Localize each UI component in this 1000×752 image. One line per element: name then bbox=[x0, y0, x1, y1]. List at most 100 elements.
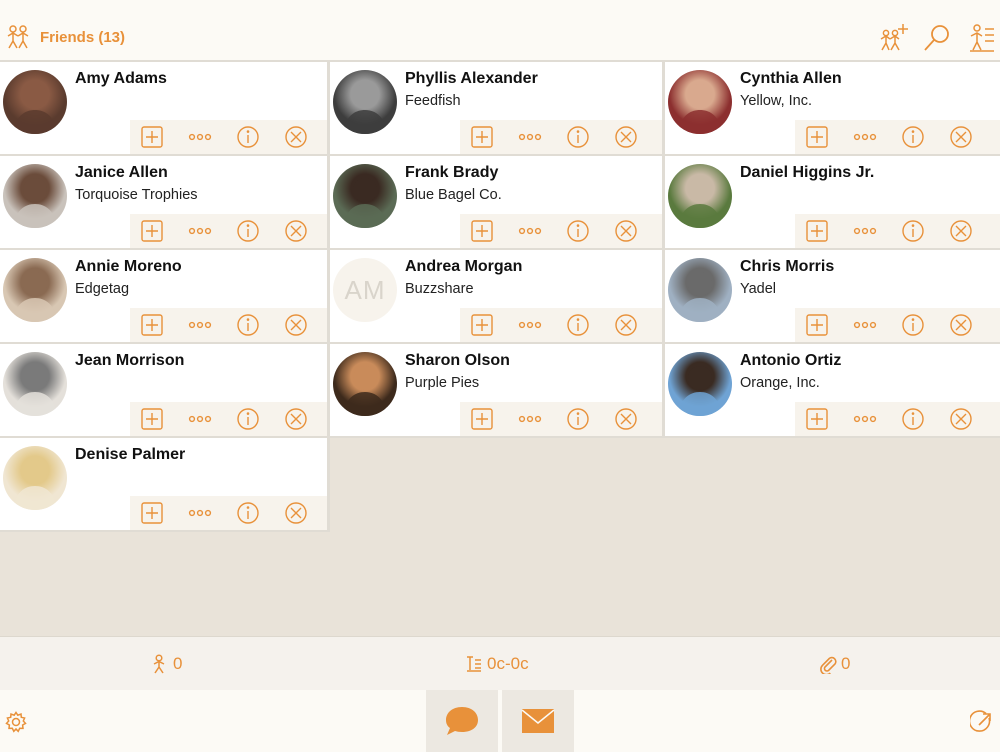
contact-card[interactable]: Amy Adams bbox=[0, 62, 330, 156]
contact-card[interactable]: Antonio Ortiz Orange, Inc. bbox=[665, 344, 1000, 438]
avatar[interactable] bbox=[3, 70, 67, 134]
add-icon[interactable] bbox=[805, 407, 829, 431]
info-icon[interactable] bbox=[236, 219, 260, 243]
contact-card[interactable]: Sharon Olson Purple Pies bbox=[330, 344, 665, 438]
add-icon[interactable] bbox=[805, 219, 829, 243]
add-icon[interactable] bbox=[470, 313, 494, 337]
more-icon[interactable] bbox=[188, 219, 212, 243]
more-icon[interactable] bbox=[188, 407, 212, 431]
add-icon[interactable] bbox=[140, 125, 164, 149]
info-icon[interactable] bbox=[566, 125, 590, 149]
add-icon[interactable] bbox=[140, 313, 164, 337]
avatar[interactable] bbox=[3, 258, 67, 322]
contact-actions bbox=[130, 402, 327, 436]
avatar[interactable]: AM bbox=[333, 258, 397, 322]
avatar[interactable] bbox=[333, 164, 397, 228]
avatar[interactable] bbox=[668, 164, 732, 228]
contact-card[interactable]: Frank Brady Blue Bagel Co. bbox=[330, 156, 665, 250]
attachments-count: 0 bbox=[841, 654, 851, 673]
add-icon[interactable] bbox=[470, 219, 494, 243]
contact-card[interactable]: Phyllis Alexander Feedfish bbox=[330, 62, 665, 156]
more-icon[interactable] bbox=[518, 219, 542, 243]
remove-icon[interactable] bbox=[949, 313, 973, 337]
info-icon[interactable] bbox=[236, 313, 260, 337]
add-friends-icon[interactable] bbox=[878, 22, 910, 52]
attachments-stat[interactable]: 0 bbox=[819, 654, 851, 676]
add-icon[interactable] bbox=[140, 407, 164, 431]
more-icon[interactable] bbox=[188, 125, 212, 149]
gear-icon[interactable] bbox=[5, 711, 27, 733]
contact-actions bbox=[130, 120, 327, 154]
remove-icon[interactable] bbox=[949, 125, 973, 149]
contact-card[interactable]: Denise Palmer bbox=[0, 438, 330, 532]
more-icon[interactable] bbox=[188, 313, 212, 337]
info-icon[interactable] bbox=[901, 125, 925, 149]
contact-card[interactable]: Daniel Higgins Jr. bbox=[665, 156, 1000, 250]
remove-icon[interactable] bbox=[614, 219, 638, 243]
remove-icon[interactable] bbox=[614, 125, 638, 149]
contact-card[interactable]: Chris Morris Yadel bbox=[665, 250, 1000, 344]
people-count-stat[interactable]: 0 bbox=[151, 654, 182, 674]
info-icon[interactable] bbox=[566, 219, 590, 243]
info-icon[interactable] bbox=[236, 501, 260, 525]
info-icon[interactable] bbox=[901, 313, 925, 337]
more-icon[interactable] bbox=[518, 407, 542, 431]
add-icon[interactable] bbox=[805, 125, 829, 149]
remove-icon[interactable] bbox=[614, 407, 638, 431]
contact-actions bbox=[460, 402, 662, 436]
contact-name: Jean Morrison bbox=[75, 352, 185, 369]
remove-icon[interactable] bbox=[284, 501, 308, 525]
info-icon[interactable] bbox=[566, 407, 590, 431]
add-icon[interactable] bbox=[805, 313, 829, 337]
search-icon[interactable] bbox=[922, 23, 952, 53]
more-icon[interactable] bbox=[518, 313, 542, 337]
remove-icon[interactable] bbox=[284, 219, 308, 243]
chat-button[interactable] bbox=[426, 690, 498, 752]
share-icon[interactable] bbox=[970, 710, 994, 734]
notes-range-stat[interactable]: 0c-0c bbox=[465, 654, 529, 674]
mail-button[interactable] bbox=[502, 690, 574, 752]
list-settings-icon[interactable] bbox=[968, 23, 996, 53]
info-icon[interactable] bbox=[901, 219, 925, 243]
add-icon[interactable] bbox=[470, 125, 494, 149]
remove-icon[interactable] bbox=[949, 407, 973, 431]
remove-icon[interactable] bbox=[284, 407, 308, 431]
add-icon[interactable] bbox=[140, 219, 164, 243]
avatar[interactable] bbox=[333, 70, 397, 134]
avatar[interactable] bbox=[668, 352, 732, 416]
more-icon[interactable] bbox=[853, 125, 877, 149]
contact-card[interactable]: Jean Morrison bbox=[0, 344, 330, 438]
add-icon[interactable] bbox=[140, 501, 164, 525]
avatar[interactable] bbox=[668, 258, 732, 322]
contact-card[interactable]: Janice Allen Torquoise Trophies bbox=[0, 156, 330, 250]
person-photo-icon bbox=[678, 178, 722, 228]
contact-company: Blue Bagel Co. bbox=[405, 187, 502, 203]
remove-icon[interactable] bbox=[284, 313, 308, 337]
contact-card[interactable]: AM Andrea Morgan Buzzshare bbox=[330, 250, 665, 344]
more-icon[interactable] bbox=[853, 407, 877, 431]
more-icon[interactable] bbox=[853, 219, 877, 243]
remove-icon[interactable] bbox=[284, 125, 308, 149]
contact-card[interactable]: Cynthia Allen Yellow, Inc. bbox=[665, 62, 1000, 156]
contact-card[interactable]: Annie Moreno Edgetag bbox=[0, 250, 330, 344]
avatar[interactable] bbox=[3, 164, 67, 228]
person-photo-icon bbox=[678, 366, 722, 416]
info-icon[interactable] bbox=[236, 125, 260, 149]
more-icon[interactable] bbox=[853, 313, 877, 337]
info-icon[interactable] bbox=[901, 407, 925, 431]
avatar[interactable] bbox=[3, 352, 67, 416]
friends-header[interactable]: Friends (13) bbox=[5, 24, 125, 50]
add-icon[interactable] bbox=[470, 407, 494, 431]
remove-icon[interactable] bbox=[949, 219, 973, 243]
status-bar: 0 0c-0c 0 bbox=[0, 636, 1000, 690]
page-title: Friends (13) bbox=[40, 28, 126, 46]
avatar[interactable] bbox=[668, 70, 732, 134]
avatar[interactable] bbox=[333, 352, 397, 416]
avatar[interactable] bbox=[3, 446, 67, 510]
top-bar: Friends (13) bbox=[0, 0, 1000, 62]
more-icon[interactable] bbox=[188, 501, 212, 525]
info-icon[interactable] bbox=[236, 407, 260, 431]
remove-icon[interactable] bbox=[614, 313, 638, 337]
more-icon[interactable] bbox=[518, 125, 542, 149]
info-icon[interactable] bbox=[566, 313, 590, 337]
